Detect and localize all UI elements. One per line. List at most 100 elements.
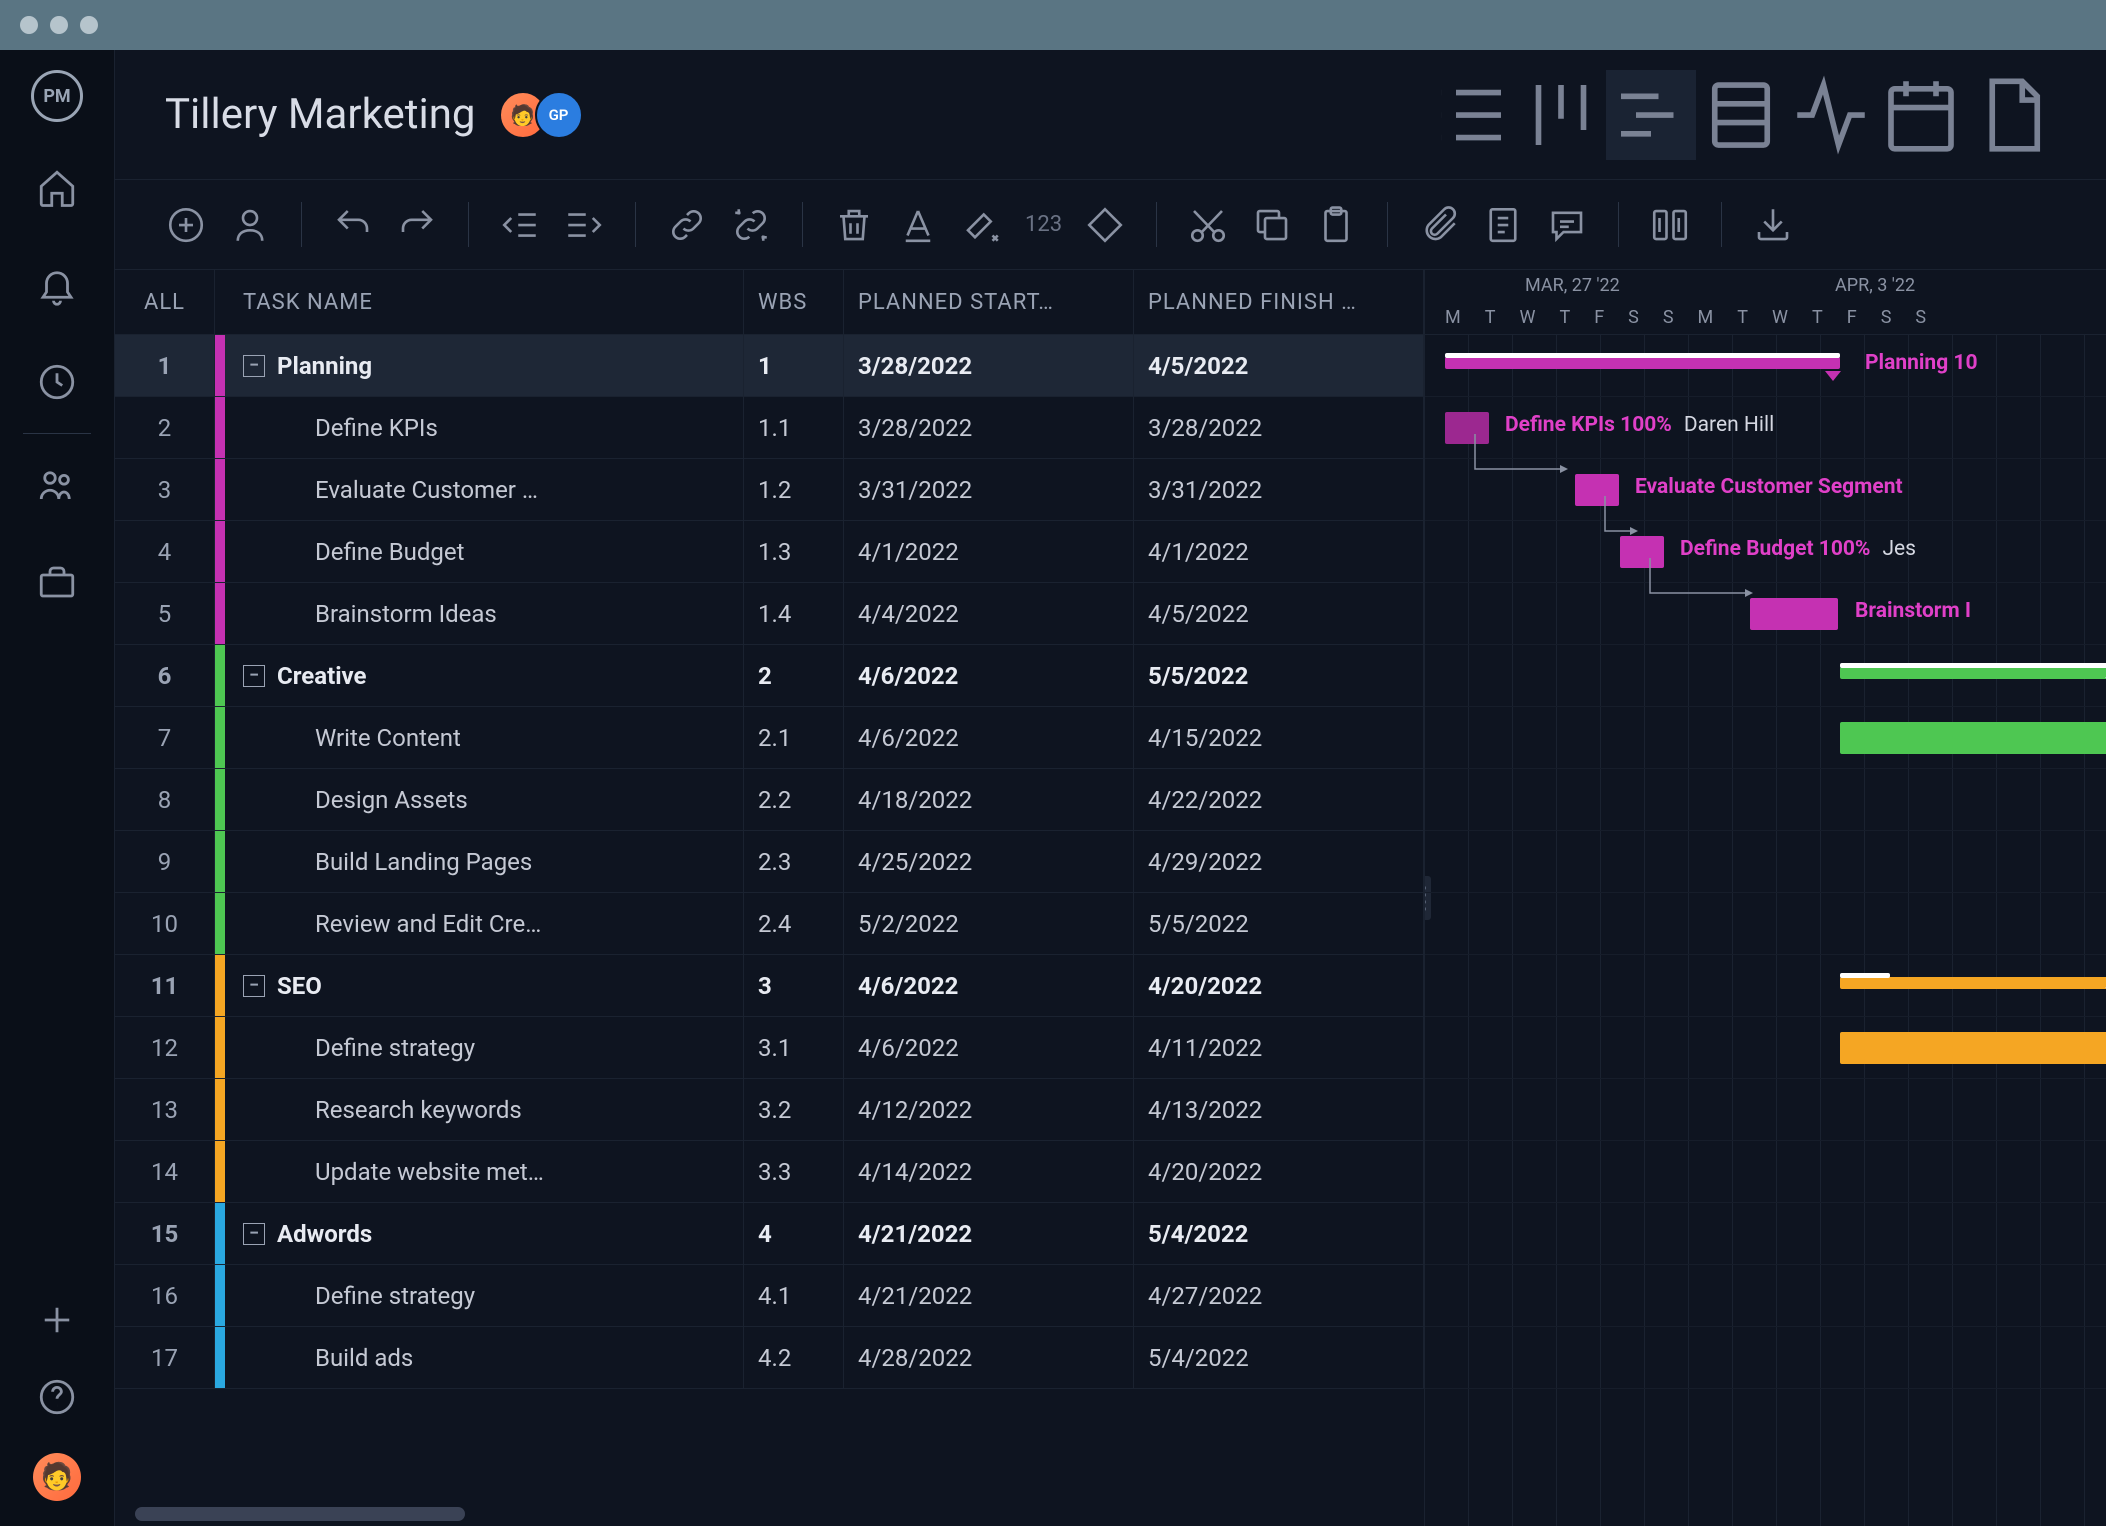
calendar-view-icon[interactable] (1876, 70, 1966, 160)
table-row[interactable]: 12Define strategy3.14/6/20224/11/2022 (115, 1017, 1424, 1079)
gantt-bar-planning[interactable] (1445, 357, 1840, 369)
add-icon[interactable] (36, 1299, 78, 1341)
outdent-icon[interactable] (499, 204, 541, 246)
window-minimize-dot[interactable] (50, 16, 68, 34)
collapse-icon[interactable]: − (243, 665, 265, 687)
milestone-icon[interactable] (1084, 204, 1126, 246)
finish-cell[interactable]: 4/5/2022 (1134, 335, 1424, 396)
undo-icon[interactable] (332, 204, 374, 246)
column-header-finish[interactable]: PLANNED FINISH … (1134, 270, 1424, 334)
notes-icon[interactable] (1482, 204, 1524, 246)
collapse-icon[interactable]: − (243, 975, 265, 997)
finish-cell[interactable]: 5/4/2022 (1134, 1203, 1424, 1264)
table-row[interactable]: 17Build ads4.24/28/20225/4/2022 (115, 1327, 1424, 1389)
finish-cell[interactable]: 4/1/2022 (1134, 521, 1424, 582)
column-header-row[interactable]: ALL (115, 270, 215, 334)
export-icon[interactable] (1752, 204, 1794, 246)
task-name-cell[interactable]: Define strategy (225, 1017, 744, 1078)
table-row[interactable]: 8Design Assets2.24/18/20224/22/2022 (115, 769, 1424, 831)
task-name-cell[interactable]: Build Landing Pages (225, 831, 744, 892)
gantt-body[interactable]: Planning 10 Define KPIs 100%Daren Hill E… (1425, 335, 2106, 1526)
add-task-icon[interactable] (165, 204, 207, 246)
start-cell[interactable]: 4/6/2022 (844, 645, 1134, 706)
table-row[interactable]: 13Research keywords3.24/12/20224/13/2022 (115, 1079, 1424, 1141)
task-name-cell[interactable]: Review and Edit Cre… (225, 893, 744, 954)
table-row[interactable]: 15−Adwords44/21/20225/4/2022 (115, 1203, 1424, 1265)
column-header-wbs[interactable]: WBS (744, 270, 844, 334)
bell-icon[interactable] (36, 264, 78, 306)
collapse-icon[interactable]: − (243, 1223, 265, 1245)
finish-cell[interactable]: 4/20/2022 (1134, 955, 1424, 1016)
table-row[interactable]: 5Brainstorm Ideas1.44/4/20224/5/2022 (115, 583, 1424, 645)
text-format-icon[interactable] (897, 204, 939, 246)
finish-cell[interactable]: 4/27/2022 (1134, 1265, 1424, 1326)
finish-cell[interactable]: 4/15/2022 (1134, 707, 1424, 768)
table-row[interactable]: 2Define KPIs1.13/28/20223/28/2022 (115, 397, 1424, 459)
app-logo[interactable]: PM (31, 70, 83, 122)
finish-cell[interactable]: 4/11/2022 (1134, 1017, 1424, 1078)
table-row[interactable]: 11−SEO34/6/20224/20/2022 (115, 955, 1424, 1017)
task-name-cell[interactable]: Update website met… (225, 1141, 744, 1202)
task-name-cell[interactable]: Brainstorm Ideas (225, 583, 744, 644)
finish-cell[interactable]: 3/28/2022 (1134, 397, 1424, 458)
start-cell[interactable]: 4/6/2022 (844, 955, 1134, 1016)
paste-icon[interactable] (1315, 204, 1357, 246)
clear-format-icon[interactable] (961, 204, 1003, 246)
attachment-icon[interactable] (1418, 204, 1460, 246)
table-row[interactable]: 7Write Content2.14/6/20224/15/2022 (115, 707, 1424, 769)
start-cell[interactable]: 4/21/2022 (844, 1265, 1134, 1326)
task-name-cell[interactable]: Define strategy (225, 1265, 744, 1326)
start-cell[interactable]: 4/25/2022 (844, 831, 1134, 892)
list-view-icon[interactable] (1426, 70, 1516, 160)
link-icon[interactable] (666, 204, 708, 246)
collapse-icon[interactable]: − (243, 355, 265, 377)
activity-view-icon[interactable] (1786, 70, 1876, 160)
horizontal-scrollbar[interactable] (135, 1507, 465, 1521)
start-cell[interactable]: 4/1/2022 (844, 521, 1134, 582)
task-name-cell[interactable]: Define KPIs (225, 397, 744, 458)
clock-icon[interactable] (36, 361, 78, 403)
columns-icon[interactable] (1649, 204, 1691, 246)
start-cell[interactable]: 4/18/2022 (844, 769, 1134, 830)
table-row[interactable]: 9Build Landing Pages2.34/25/20224/29/202… (115, 831, 1424, 893)
column-header-start[interactable]: PLANNED START… (844, 270, 1134, 334)
finish-cell[interactable]: 4/22/2022 (1134, 769, 1424, 830)
task-name-cell[interactable]: −SEO (225, 955, 744, 1016)
start-cell[interactable]: 3/28/2022 (844, 397, 1134, 458)
sheet-view-icon[interactable] (1696, 70, 1786, 160)
delete-icon[interactable] (833, 204, 875, 246)
finish-cell[interactable]: 5/5/2022 (1134, 893, 1424, 954)
task-name-cell[interactable]: Write Content (225, 707, 744, 768)
file-view-icon[interactable] (1966, 70, 2056, 160)
gantt-bar-creative[interactable] (1840, 667, 2106, 679)
start-cell[interactable]: 4/14/2022 (844, 1141, 1134, 1202)
assign-icon[interactable] (229, 204, 271, 246)
comment-icon[interactable] (1546, 204, 1588, 246)
table-row[interactable]: 16Define strategy4.14/21/20224/27/2022 (115, 1265, 1424, 1327)
window-maximize-dot[interactable] (80, 16, 98, 34)
column-header-name[interactable]: TASK NAME (225, 270, 744, 334)
task-name-cell[interactable]: Define Budget (225, 521, 744, 582)
finish-cell[interactable]: 4/5/2022 (1134, 583, 1424, 644)
redo-icon[interactable] (396, 204, 438, 246)
user-avatar[interactable]: 🧑 (33, 1453, 81, 1501)
briefcase-icon[interactable] (36, 561, 78, 603)
board-view-icon[interactable] (1516, 70, 1606, 160)
cut-icon[interactable] (1187, 204, 1229, 246)
table-row[interactable]: 14Update website met…3.34/14/20224/20/20… (115, 1141, 1424, 1203)
task-name-cell[interactable]: Design Assets (225, 769, 744, 830)
finish-cell[interactable]: 4/13/2022 (1134, 1079, 1424, 1140)
finish-cell[interactable]: 5/4/2022 (1134, 1327, 1424, 1388)
team-icon[interactable] (36, 464, 78, 506)
finish-cell[interactable]: 4/20/2022 (1134, 1141, 1424, 1202)
task-name-cell[interactable]: −Planning (225, 335, 744, 396)
copy-icon[interactable] (1251, 204, 1293, 246)
start-cell[interactable]: 3/31/2022 (844, 459, 1134, 520)
help-icon[interactable] (36, 1376, 78, 1418)
window-close-dot[interactable] (20, 16, 38, 34)
finish-cell[interactable]: 3/31/2022 (1134, 459, 1424, 520)
table-row[interactable]: 6−Creative24/6/20225/5/2022 (115, 645, 1424, 707)
gantt-bar-seo[interactable] (1840, 977, 2106, 989)
indent-icon[interactable] (563, 204, 605, 246)
gantt-bar-write-content[interactable] (1840, 722, 2106, 754)
